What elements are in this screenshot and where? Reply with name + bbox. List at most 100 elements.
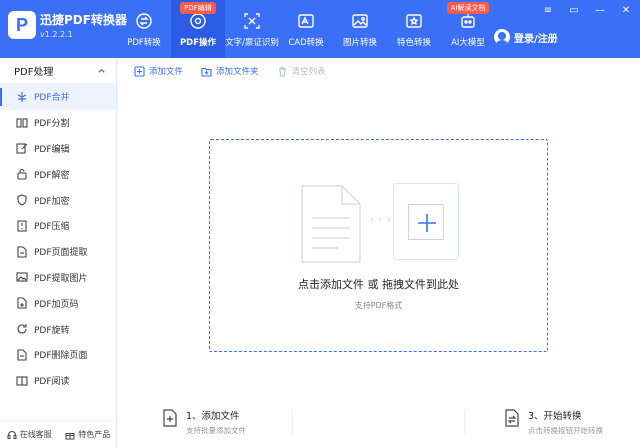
clear-list-button[interactable]: 清空列表 (277, 65, 326, 77)
sidebar-item-page-delete[interactable]: PDF删除页面 (0, 342, 116, 368)
logo-letter: P (15, 15, 28, 35)
sidebar-item-label: PDF页面提取 (34, 248, 88, 259)
nav-image-convert[interactable]: 图片转换 (333, 0, 387, 58)
sidebar-item-split[interactable]: PDF分割 (0, 110, 116, 136)
folder-add-icon (201, 67, 212, 77)
rotate-icon (17, 324, 27, 334)
sidebar-item-read[interactable]: PDF阅读 (0, 368, 116, 394)
sidebar-item-label: PDF加密 (34, 196, 70, 207)
steps-bar: 1、添加文件 支持批量添加文件 3、开始转换 点击转换按钮开始转换 (118, 398, 640, 448)
split-icon (16, 118, 28, 128)
featured-products-label: 特色产品 (78, 430, 111, 439)
drop-zone-instruction: 点击添加文件 或 拖拽文件到此处 (298, 278, 459, 291)
sidebar-item-decrypt[interactable]: PDF解密 (0, 161, 116, 187)
nav-label: PDF转换 (127, 38, 161, 48)
nav-label: 图片转换 (342, 38, 377, 48)
nav-pdf-operation[interactable]: PDF编辑 PDF操作 (171, 0, 225, 58)
sidebar-item-label: PDF加页码 (34, 299, 79, 310)
sidebar-item-page-number[interactable]: PDF加页码 (0, 290, 116, 316)
step-subtitle: 点击转换按钮开始转换 (528, 426, 603, 435)
sidebar-item-label: PDF旋转 (34, 325, 70, 336)
sidebar-item-label: PDF压缩 (34, 222, 70, 233)
target-icon (190, 13, 206, 29)
sidebar-item-merge[interactable]: PDF合并 (0, 84, 116, 110)
sidebar-item-label: PDF分割 (34, 119, 70, 130)
add-file-label: 添加文件 (149, 67, 184, 77)
nav-label: PDF操作 (179, 38, 217, 48)
app-version: v1.2.2.1 (40, 30, 73, 39)
headset-icon (7, 430, 17, 439)
step-title: 3、开始转换 (528, 411, 582, 422)
convert-icon (136, 13, 152, 29)
trash-icon (278, 66, 286, 77)
sidebar-section-header[interactable]: PDF处理 (0, 58, 116, 84)
login-button[interactable]: 登录/注册 (494, 29, 558, 45)
add-file-button[interactable]: 添加文件 (134, 65, 183, 77)
add-folder-button[interactable]: 添加文件夹 (201, 65, 259, 77)
step-divider (292, 410, 293, 434)
nav-cad-convert[interactable]: CAD转换 (279, 0, 333, 58)
sidebar-item-label: PDF提取图片 (34, 273, 88, 284)
nav-label: 文字/票证识别 (225, 38, 279, 48)
page-delete-icon (17, 349, 27, 361)
nav-label: CAD转换 (288, 38, 324, 48)
nav-label: AI大模型 (451, 38, 485, 48)
add-file-icon (134, 65, 145, 77)
sidebar-item-label: PDF编辑 (34, 144, 70, 155)
main-nav: PDF转换 PDF编辑 PDF操作 文字/票证识别 CAD转换 图片转换 特色转… (117, 0, 495, 58)
close-icon[interactable]: ✕ (620, 5, 632, 17)
skin-icon[interactable]: ▭ (568, 5, 580, 17)
nav-ai-model[interactable]: AI解读文档 AI大模型 (441, 0, 495, 58)
login-label: 登录/注册 (514, 33, 558, 45)
gift-icon (65, 432, 75, 439)
nav-pdf-convert[interactable]: PDF转换 (117, 0, 171, 58)
add-box (393, 183, 459, 260)
file-drop-zone[interactable]: › › › 点击添加文件 或 拖拽文件到此处 支持PDF格式 (209, 139, 548, 352)
compress-icon (17, 220, 27, 232)
merge-icon (17, 91, 27, 102)
nav-feature-convert[interactable]: 特色转换 (387, 0, 441, 58)
clear-list-label: 清空列表 (291, 67, 326, 77)
sidebar-item-label: PDF解密 (34, 170, 70, 181)
nav-badge: AI解读文档 (446, 2, 490, 14)
arrow-chevrons-icon: › › › (370, 215, 392, 225)
file-plus-icon (163, 409, 177, 427)
ai-robot-icon (461, 14, 475, 28)
sidebar-item-encrypt[interactable]: PDF加密 (0, 187, 116, 213)
nav-ocr[interactable]: 文字/票证识别 (225, 0, 279, 58)
sidebar-item-edit[interactable]: PDF编辑 (0, 136, 116, 162)
add-folder-label: 添加文件夹 (216, 67, 259, 77)
file-toolbar: 添加文件 添加文件夹 清空列表 (118, 58, 640, 84)
read-icon (16, 376, 28, 386)
star-box-icon (406, 14, 422, 28)
sidebar-footer: 在线客服 特色产品 (0, 420, 117, 448)
featured-products-button[interactable]: 特色产品 (65, 429, 110, 440)
edit-icon (16, 143, 28, 155)
sidebar-item-page-extract[interactable]: PDF页面提取 (0, 239, 116, 265)
minimize-icon[interactable]: — (594, 5, 606, 17)
cad-icon (298, 14, 314, 28)
image-icon (352, 14, 368, 28)
online-service-button[interactable]: 在线客服 (7, 429, 52, 440)
sidebar-item-rotate[interactable]: PDF旋转 (0, 316, 116, 342)
top-bar: P 迅捷PDF转换器 v1.2.2.1 PDF转换 PDF编辑 PDF操作 文字… (0, 0, 640, 58)
convert-file-icon (505, 409, 519, 427)
image-extract-icon (16, 272, 28, 283)
sidebar-item-label: PDF合并 (34, 93, 70, 104)
page-extract-icon (17, 246, 27, 258)
plus-icon (408, 203, 444, 240)
shield-icon (17, 194, 27, 206)
app-logo: P (8, 11, 36, 39)
avatar-icon (494, 29, 510, 45)
step-start-convert: 3、开始转换 点击转换按钮开始转换 (504, 408, 603, 436)
sidebar-item-image-extract[interactable]: PDF提取图片 (0, 265, 116, 291)
unlock-icon (17, 169, 27, 180)
online-service-label: 在线客服 (19, 430, 52, 439)
step-add-file: 1、添加文件 支持批量添加文件 (162, 408, 246, 436)
step-title: 1、添加文件 (186, 411, 240, 422)
sidebar-item-label: PDF删除页面 (34, 351, 88, 362)
sidebar-item-compress[interactable]: PDF压缩 (0, 213, 116, 239)
menu-icon[interactable]: ≡ (542, 5, 554, 17)
drop-zone-format-hint: 支持PDF格式 (354, 301, 403, 310)
scan-frame-icon (244, 13, 260, 29)
